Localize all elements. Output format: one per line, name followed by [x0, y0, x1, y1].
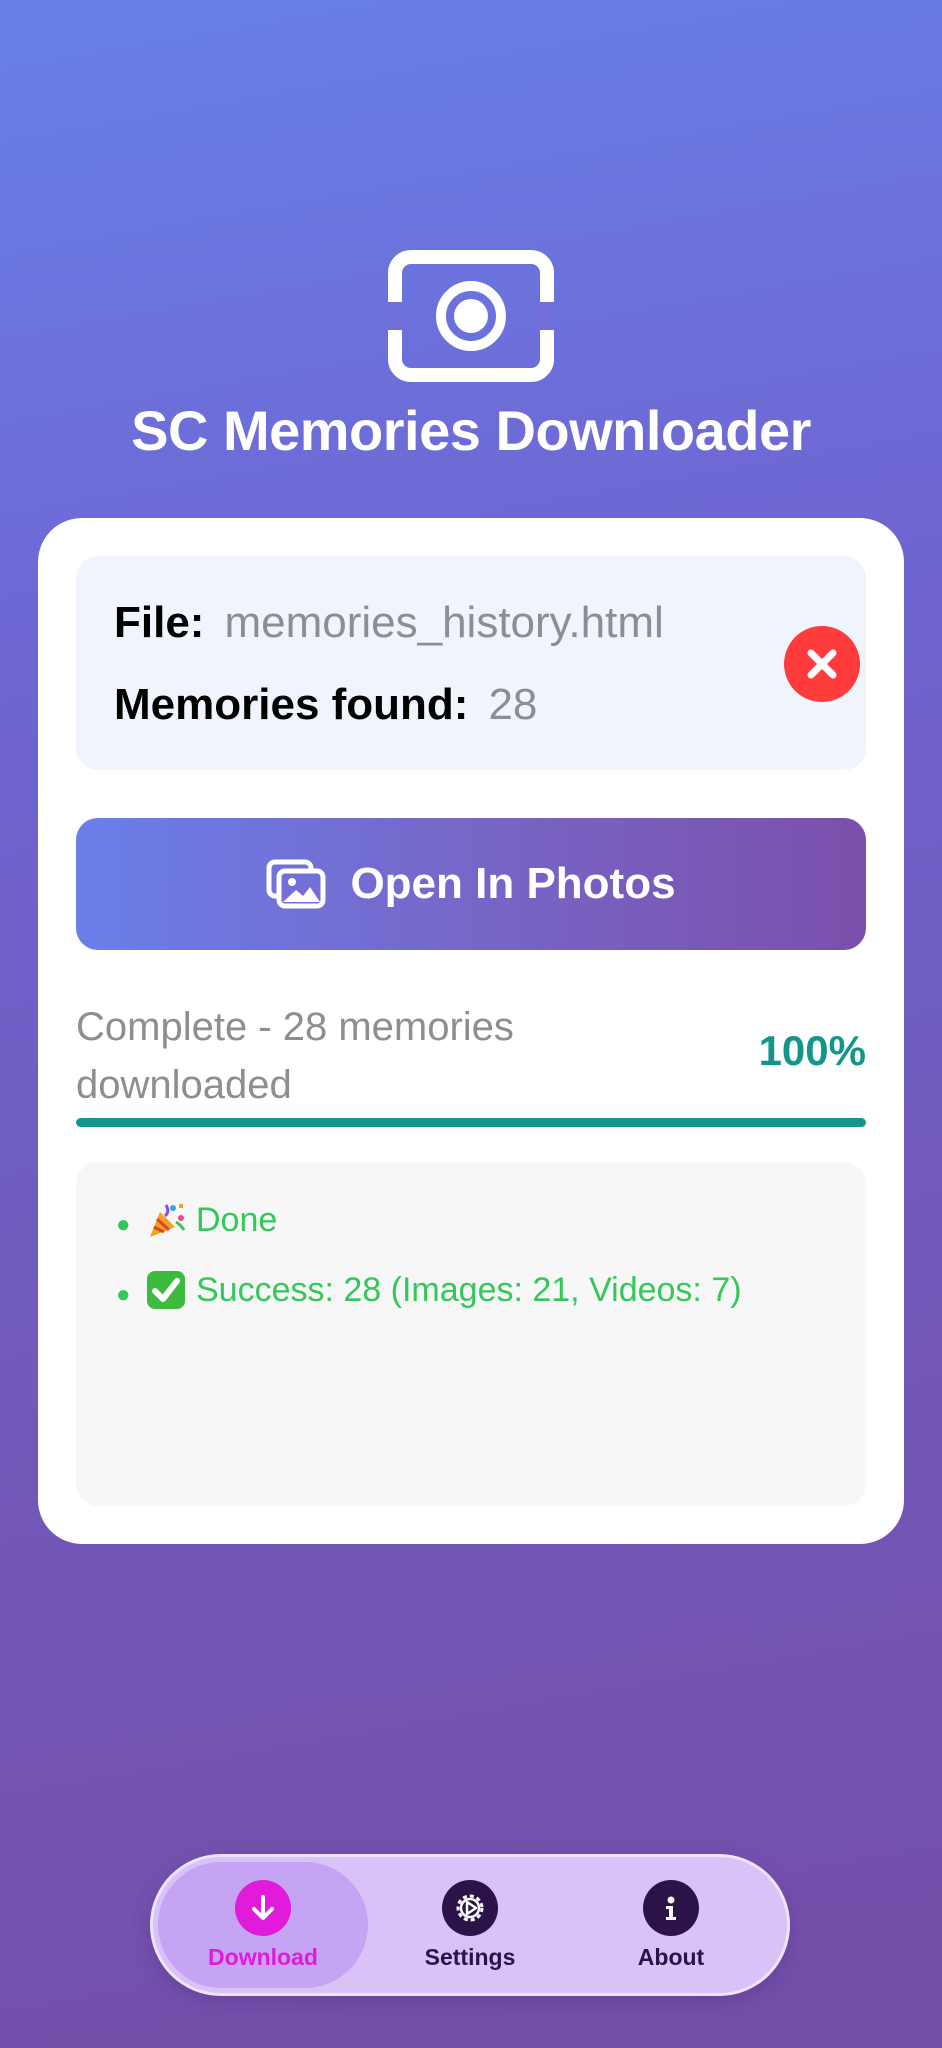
progress-status-text: Complete - 28 memories downloaded	[76, 1005, 514, 1107]
party-popper-icon	[150, 1204, 186, 1237]
log-panel: ● Done ● Success: 28 (Images: 21, Videos…	[76, 1162, 866, 1506]
tab-about[interactable]: About	[566, 1862, 776, 1988]
main-card: File: memories_history.html Memories foun…	[38, 518, 904, 1544]
clear-file-button[interactable]	[784, 626, 860, 702]
open-in-photos-button[interactable]: Open In Photos	[76, 818, 866, 950]
memories-found-row: Memories found: 28	[114, 680, 537, 730]
tab-settings-label: Settings	[424, 1943, 516, 1970]
progress-bar-fill	[76, 1118, 866, 1127]
list-bullet: ●	[116, 1211, 131, 1238]
progress-percent: 100%	[758, 1027, 866, 1074]
app-title: SC Memories Downloader	[131, 399, 811, 462]
close-icon	[807, 649, 837, 679]
progress-bar	[76, 1118, 866, 1127]
tab-about-label: About	[637, 1943, 705, 1970]
file-info-panel: File: memories_history.html Memories foun…	[76, 556, 866, 770]
tab-bar: Download Settings About	[150, 1854, 790, 1996]
download-arrow-icon	[235, 1879, 291, 1936]
gear-icon	[442, 1879, 498, 1936]
log-item-text: Done	[196, 1200, 278, 1239]
check-mark-icon	[147, 1271, 185, 1309]
memories-found-count: 28	[488, 680, 538, 729]
list-bullet: ●	[116, 1281, 131, 1308]
log-item-success: ● Success: 28 (Images: 21, Videos: 7)	[116, 1270, 742, 1310]
tab-settings[interactable]: Settings	[365, 1862, 575, 1988]
open-in-photos-label: Open In Photos	[350, 859, 676, 908]
file-label: File:	[114, 598, 205, 647]
info-icon	[643, 1879, 699, 1936]
memories-found-label: Memories found:	[114, 680, 469, 729]
tab-download[interactable]: Download	[158, 1862, 368, 1988]
file-name: memories_history.html	[224, 598, 664, 647]
log-item-text: Success: 28 (Images: 21, Videos: 7)	[196, 1270, 742, 1309]
log-item-done: ● Done	[116, 1200, 277, 1240]
photos-icon	[266, 859, 326, 909]
tab-download-label: Download	[208, 1943, 318, 1970]
file-row: File: memories_history.html	[114, 598, 664, 648]
camera-frame-icon	[388, 250, 554, 382]
